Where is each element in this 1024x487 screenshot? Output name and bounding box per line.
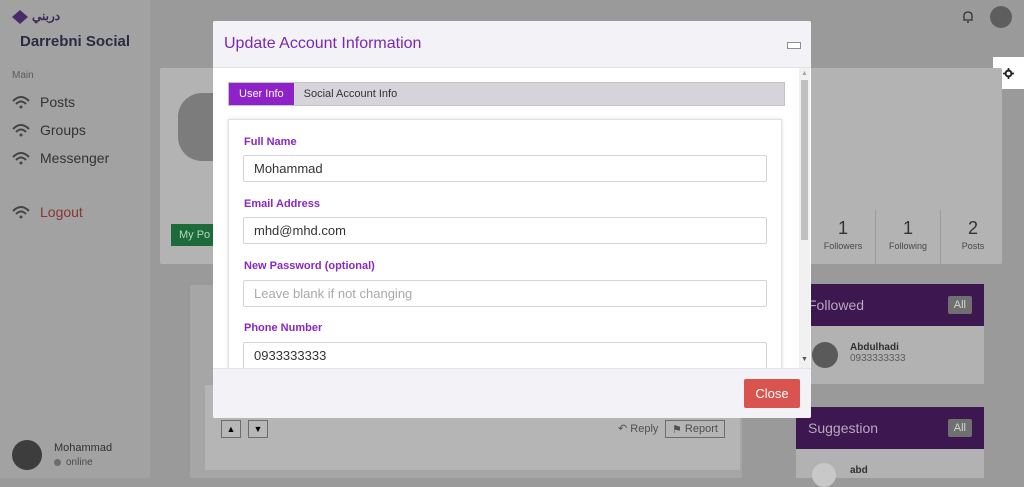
stat-value: 1 xyxy=(902,218,913,238)
stat-label: Followers xyxy=(823,241,863,251)
full-name-label: Full Name xyxy=(244,136,297,148)
sidebar-item-label: Logout xyxy=(40,204,83,220)
suggestion-panel-body: abd xyxy=(796,449,984,487)
followed-all-button[interactable]: All xyxy=(947,296,972,314)
sidebar-section-label: Main xyxy=(12,70,34,81)
report-button[interactable]: ⚑ Report xyxy=(665,420,725,438)
modal-header: Update Account Information xyxy=(213,21,811,68)
avatar[interactable] xyxy=(812,463,836,487)
tab-bar: User Info Social Account Info xyxy=(228,82,785,106)
suggestion-name[interactable]: abd xyxy=(850,465,868,476)
reply-label: Reply xyxy=(630,423,659,435)
followed-panel-header: Followed All xyxy=(796,284,984,326)
brand-name[interactable]: Darrebni Social xyxy=(20,33,130,50)
wifi-icon xyxy=(12,96,30,109)
sidebar-item-messenger[interactable]: Messenger xyxy=(12,147,109,169)
followed-phone: 0933333333 xyxy=(850,353,906,364)
sidebar: دربني Darrebni Social Main Posts Groups … xyxy=(0,0,150,478)
panel-title: Suggestion xyxy=(808,420,879,436)
bell-icon[interactable] xyxy=(962,10,974,24)
stat-label: Following xyxy=(888,241,928,251)
reply-link[interactable]: ↶ Reply xyxy=(618,422,658,435)
password-label: New Password (optional) xyxy=(244,260,375,272)
tab-user-info[interactable]: User Info xyxy=(229,83,294,105)
wifi-icon xyxy=(12,152,30,165)
stat-followers[interactable]: 1 Followers xyxy=(811,210,875,264)
stat-posts[interactable]: 2 Posts xyxy=(940,210,1005,264)
profile-stats: 1 Followers 1 Following 2 Posts xyxy=(811,210,1005,264)
sidebar-item-logout[interactable]: Logout xyxy=(12,201,83,223)
stat-following[interactable]: 1 Following xyxy=(875,210,940,264)
followed-item[interactable]: Abdulhadi 0933333333 xyxy=(850,342,906,364)
status-dot-icon xyxy=(54,459,61,466)
followed-panel-body: Abdulhadi 0933333333 xyxy=(796,326,984,384)
suggestion-panel-header: Suggestion All xyxy=(796,407,984,449)
sidebar-item-label: Posts xyxy=(40,94,76,110)
dislike-button[interactable]: ▼ xyxy=(248,420,268,438)
thumbs-down-icon: ▼ xyxy=(253,424,263,434)
sidebar-item-posts[interactable]: Posts xyxy=(12,91,75,113)
phone-input[interactable] xyxy=(243,342,767,368)
sidebar-item-label: Messenger xyxy=(40,150,110,166)
close-button[interactable]: Close xyxy=(744,379,800,408)
password-input[interactable] xyxy=(243,280,767,307)
report-label: Report xyxy=(684,423,718,435)
scrollbar-thumb[interactable] xyxy=(801,80,808,240)
email-input[interactable] xyxy=(243,217,767,244)
logo-text: دربني xyxy=(32,9,61,23)
phone-label: Phone Number xyxy=(244,322,323,334)
stat-value: 1 xyxy=(837,218,848,238)
update-account-modal: Update Account Information User Info Soc… xyxy=(213,21,811,418)
stat-label: Posts xyxy=(961,241,985,251)
thumbs-up-icon: ▲ xyxy=(226,424,236,434)
avatar[interactable] xyxy=(990,6,1012,28)
wifi-icon xyxy=(12,124,30,137)
panel-title: Followed xyxy=(808,297,865,313)
stat-value: 2 xyxy=(967,218,978,238)
user-status: online xyxy=(54,457,93,468)
user-name: Mohammad xyxy=(54,442,113,454)
scroll-up-icon[interactable]: ▲ xyxy=(801,70,808,77)
minimize-button[interactable] xyxy=(787,42,801,49)
sidebar-item-groups[interactable]: Groups xyxy=(12,119,86,141)
avatar[interactable] xyxy=(812,342,838,368)
tab-social-account-info[interactable]: Social Account Info xyxy=(294,83,408,105)
my-posts-button[interactable]: My Po xyxy=(171,224,215,246)
scroll-down-icon[interactable]: ▼ xyxy=(801,356,808,363)
gear-icon xyxy=(1003,67,1014,79)
like-button[interactable]: ▲ xyxy=(221,420,241,438)
reply-icon: ↶ xyxy=(618,423,631,435)
modal-body: User Info Social Account Info Full Name … xyxy=(213,68,811,368)
logo-icon xyxy=(12,10,28,24)
email-label: Email Address xyxy=(244,198,321,210)
full-name-input[interactable] xyxy=(243,155,767,182)
wifi-icon xyxy=(12,206,30,219)
suggestion-all-button[interactable]: All xyxy=(947,419,972,437)
status-text: online xyxy=(66,457,93,468)
sidebar-item-label: Groups xyxy=(40,122,86,138)
avatar[interactable] xyxy=(12,440,42,470)
modal-title: Update Account Information xyxy=(224,35,422,52)
flag-icon: ⚑ xyxy=(672,423,682,436)
user-info-form: Full Name Email Address New Password (op… xyxy=(228,119,782,368)
followed-name: Abdulhadi xyxy=(850,342,899,353)
modal-footer: Close xyxy=(213,368,811,418)
